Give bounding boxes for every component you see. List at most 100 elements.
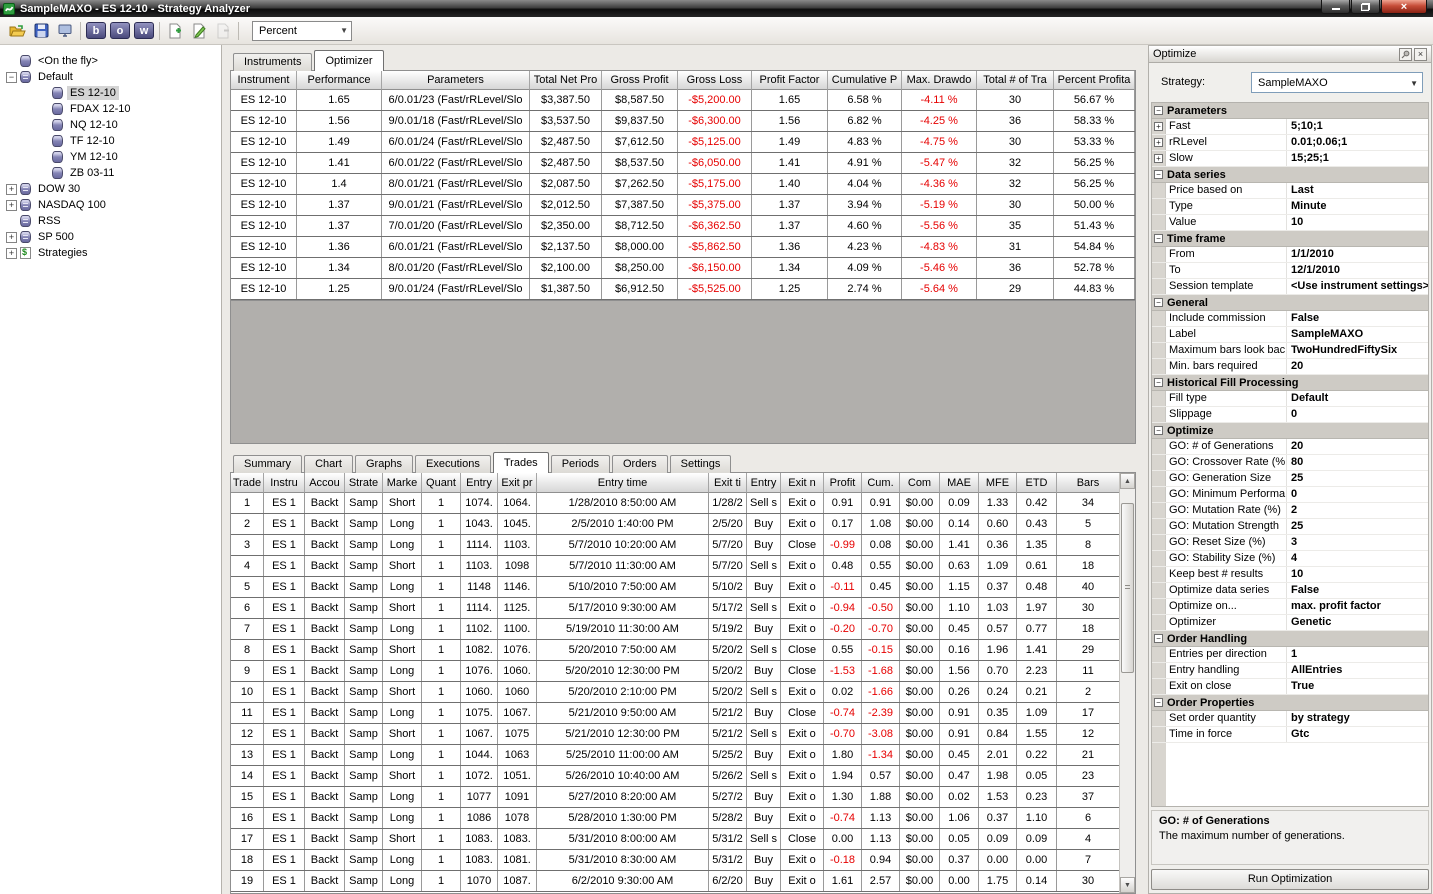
expand-icon[interactable]: + xyxy=(1154,154,1163,163)
property-row[interactable]: GO: # of Generations 20 xyxy=(1152,439,1428,455)
column-header[interactable]: Cumulative P xyxy=(828,71,902,90)
tab[interactable]: Orders xyxy=(611,455,668,473)
property-row[interactable]: Session template <Use instrument setting… xyxy=(1152,279,1428,295)
collapse-icon[interactable]: − xyxy=(1154,698,1163,707)
collapse-icon[interactable]: − xyxy=(1154,634,1163,643)
close-panel-icon[interactable]: × xyxy=(1414,47,1427,61)
workspace-letter-button[interactable]: b xyxy=(86,22,106,39)
property-value[interactable]: Last xyxy=(1287,183,1428,198)
table-row[interactable]: 16 ES 1 Backt Samp Long 1 1086 1078 5/28/2010 1:… xyxy=(231,808,1135,829)
property-row[interactable]: GO: Minimum Performa 0 xyxy=(1152,487,1428,503)
property-row[interactable]: Keep best # results 10 xyxy=(1152,567,1428,583)
property-row[interactable]: Min. bars required 20 xyxy=(1152,359,1428,375)
tree-item[interactable]: − Default xyxy=(0,69,221,85)
property-row[interactable]: GO: Mutation Rate (%) 2 xyxy=(1152,503,1428,519)
tab[interactable]: Executions xyxy=(415,455,491,473)
table-row[interactable]: ES 12-10 1.65 6/0.01/23 (Fast/rRLevel/Slo $… xyxy=(231,90,1135,111)
property-row[interactable]: GO: Stability Size (%) 4 xyxy=(1152,551,1428,567)
scroll-up-button[interactable]: ▲ xyxy=(1120,473,1135,489)
table-row[interactable]: 9 ES 1 Backt Samp Long 1 1076. 1060. 5/20/2010 1… xyxy=(231,661,1135,682)
collapse-icon[interactable]: − xyxy=(1154,170,1163,179)
property-value[interactable]: 0.01;0.06;1 xyxy=(1287,135,1428,150)
tree-item[interactable]: ZB 03-11 xyxy=(0,165,221,181)
property-group-header[interactable]: − Order Handling xyxy=(1152,631,1428,647)
property-value[interactable]: AllEntries xyxy=(1287,663,1428,678)
tree-item[interactable]: FDAX 12-10 xyxy=(0,101,221,117)
tree-item[interactable]: NQ 12-10 xyxy=(0,117,221,133)
minimize-button[interactable] xyxy=(1321,0,1350,14)
property-value[interactable]: 80 xyxy=(1287,455,1428,470)
table-row[interactable]: ES 12-10 1.49 6/0.01/24 (Fast/rRLevel/Slo $… xyxy=(231,132,1135,153)
table-row[interactable]: 11 ES 1 Backt Samp Long 1 1075. 1067. 5/21/2010 … xyxy=(231,703,1135,724)
table-row[interactable]: 4 ES 1 Backt Samp Short 1 1103. 1098 5/7/2010 11… xyxy=(231,556,1135,577)
property-group-header[interactable]: − Time frame xyxy=(1152,231,1428,247)
tree-expander-icon[interactable]: + xyxy=(6,183,17,195)
property-value[interactable]: 25 xyxy=(1287,471,1428,486)
table-row[interactable]: 2 ES 1 Backt Samp Long 1 1043. 1045. 2/5/2010 1:… xyxy=(231,514,1135,535)
table-row[interactable]: 18 ES 1 Backt Samp Long 1 1083. 1081. 5/31/2010 … xyxy=(231,850,1135,871)
property-row[interactable]: GO: Mutation Strength 25 xyxy=(1152,519,1428,535)
column-header[interactable]: Marke xyxy=(383,473,422,493)
property-row[interactable]: From 1/1/2010 xyxy=(1152,247,1428,263)
table-row[interactable]: 15 ES 1 Backt Samp Long 1 1077 1091 5/27/2010 8:… xyxy=(231,787,1135,808)
table-row[interactable]: ES 12-10 1.41 6/0.01/22 (Fast/rRLevel/Slo $… xyxy=(231,153,1135,174)
property-row[interactable]: Optimizer Genetic xyxy=(1152,615,1428,631)
tab[interactable]: Optimizer xyxy=(314,50,384,71)
collapse-icon[interactable]: − xyxy=(1154,426,1163,435)
column-header[interactable]: Gross Loss xyxy=(678,71,752,90)
column-header[interactable]: Com xyxy=(900,473,940,493)
table-row[interactable]: ES 12-10 1.34 8/0.01/20 (Fast/rRLevel/Slo $… xyxy=(231,258,1135,279)
property-group-header[interactable]: − Parameters xyxy=(1152,103,1428,119)
table-row[interactable]: 13 ES 1 Backt Samp Long 1 1044. 1063 5/25/2010 1… xyxy=(231,745,1135,766)
vertical-scrollbar[interactable]: ▲ ▼ xyxy=(1119,473,1135,893)
column-header[interactable]: Bars xyxy=(1057,473,1120,493)
property-group-header[interactable]: − General xyxy=(1152,295,1428,311)
table-row[interactable]: 8 ES 1 Backt Samp Short 1 1082. 1076. 5/20/2010 … xyxy=(231,640,1135,661)
table-row[interactable]: 7 ES 1 Backt Samp Long 1 1102. 1100. 5/19/2010 1… xyxy=(231,619,1135,640)
property-row[interactable]: Maximum bars look bac TwoHundredFiftySix xyxy=(1152,343,1428,359)
property-value[interactable]: Minute xyxy=(1287,199,1428,214)
tab[interactable]: Graphs xyxy=(354,455,414,473)
column-header[interactable]: Quant xyxy=(422,473,461,493)
display-button[interactable] xyxy=(53,20,77,42)
pin-icon[interactable] xyxy=(1399,47,1412,61)
column-header[interactable]: Trade xyxy=(231,473,264,493)
column-header[interactable]: Percent Profita xyxy=(1054,71,1135,90)
run-optimization-button[interactable]: Run Optimization xyxy=(1151,869,1429,890)
tree-item[interactable]: + Strategies xyxy=(0,245,221,261)
table-row[interactable]: 6 ES 1 Backt Samp Short 1 1114. 1125. 5/17/2010 … xyxy=(231,598,1135,619)
collapse-icon[interactable]: − xyxy=(1154,234,1163,243)
restore-button[interactable] xyxy=(1351,0,1380,14)
tree-expander-icon[interactable] xyxy=(6,56,17,67)
property-value[interactable]: 2 xyxy=(1287,503,1428,518)
collapse-icon[interactable]: − xyxy=(1154,106,1163,115)
column-header[interactable]: Entry time xyxy=(537,473,709,493)
property-value[interactable]: 5;10;1 xyxy=(1287,119,1428,134)
property-group-header[interactable]: − Order Properties xyxy=(1152,695,1428,711)
collapse-icon[interactable]: − xyxy=(1154,298,1163,307)
tab[interactable]: Instruments xyxy=(233,53,313,71)
new-button[interactable] xyxy=(163,20,187,42)
tab[interactable]: Settings xyxy=(669,455,732,473)
tree-expander-icon[interactable] xyxy=(38,104,49,115)
column-header[interactable]: Max. Drawdo xyxy=(902,71,977,90)
strategy-selector[interactable]: SampleMAXO ▼ xyxy=(1251,72,1423,93)
tree-expander-icon[interactable] xyxy=(38,168,49,179)
column-header[interactable]: Parameters xyxy=(382,71,530,90)
property-value[interactable]: Genetic xyxy=(1287,615,1428,630)
property-value[interactable]: 0 xyxy=(1287,487,1428,502)
column-header[interactable]: Instrument xyxy=(231,71,297,90)
column-header[interactable]: Profit xyxy=(824,473,862,493)
property-row[interactable]: Label SampleMAXO xyxy=(1152,327,1428,343)
property-row[interactable]: + Fast 5;10;1 xyxy=(1152,119,1428,135)
property-value[interactable]: True xyxy=(1287,679,1428,694)
property-row[interactable]: To 12/1/2010 xyxy=(1152,263,1428,279)
tree-item[interactable]: TF 12-10 xyxy=(0,133,221,149)
table-row[interactable]: ES 12-10 1.56 9/0.01/18 (Fast/rRLevel/Slo $… xyxy=(231,111,1135,132)
tab[interactable]: Periods xyxy=(550,455,610,473)
table-row[interactable]: 1 ES 1 Backt Samp Short 1 1074. 1064. 1/28/2010 … xyxy=(231,493,1135,514)
property-value[interactable]: 20 xyxy=(1287,359,1428,374)
property-value[interactable]: Gtc xyxy=(1287,727,1428,742)
scroll-down-button[interactable]: ▼ xyxy=(1120,877,1135,893)
tree-item[interactable]: <On the fly> xyxy=(0,53,221,69)
